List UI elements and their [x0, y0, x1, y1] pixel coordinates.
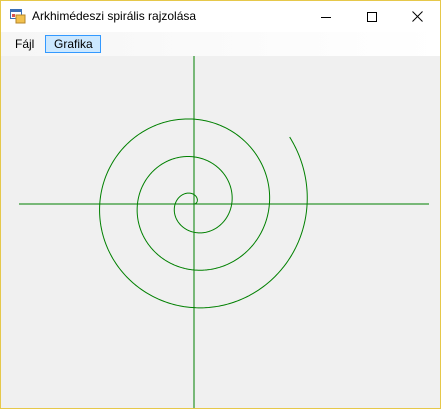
title-bar[interactable]: Arkhimédeszi spirális rajzolása: [1, 1, 440, 32]
windows-form-app-icon: [10, 9, 26, 24]
close-icon: [411, 11, 423, 22]
minimize-icon: [321, 16, 331, 18]
window-title: Arkhimédeszi spirális rajzolása: [32, 9, 197, 23]
menu-item-graphics[interactable]: Grafika: [45, 35, 101, 53]
spiral-drawing: [19, 56, 429, 408]
menu-bar: Fájl Grafika: [1, 32, 440, 56]
app-window: Arkhimédeszi spirális rajzolása Fájl Gra…: [0, 0, 441, 409]
drawing-canvas[interactable]: [1, 56, 440, 408]
maximize-button[interactable]: [349, 1, 395, 32]
minimize-button[interactable]: [303, 1, 349, 32]
archimedean-spiral-curve: [99, 118, 308, 309]
maximize-icon: [367, 11, 377, 22]
close-button[interactable]: [394, 1, 440, 32]
menu-item-file[interactable]: Fájl: [9, 35, 40, 53]
